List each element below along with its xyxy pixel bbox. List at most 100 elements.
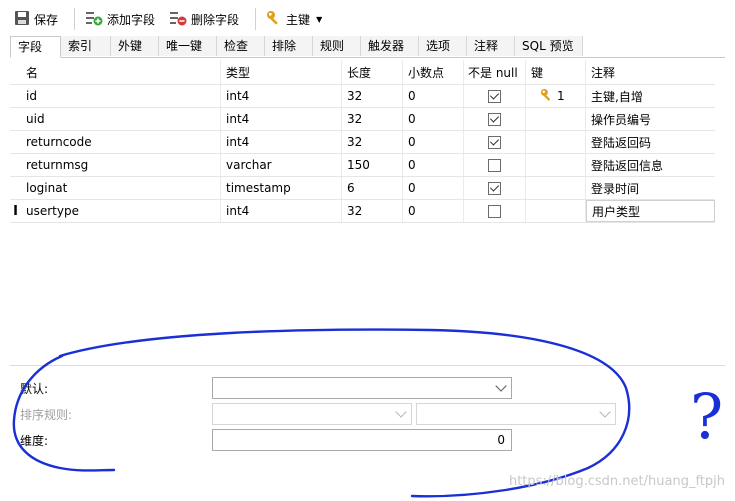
tab-checks[interactable]: 检查: [217, 36, 265, 56]
not-null-checkbox[interactable]: [488, 158, 501, 172]
delete-field-icon: [169, 10, 187, 29]
key-cell[interactable]: 1: [526, 85, 586, 107]
not-null-cell: [464, 85, 526, 107]
add-field-button[interactable]: 添加字段: [81, 7, 159, 31]
tab-options[interactable]: 选项: [419, 36, 467, 56]
column-header-decimal[interactable]: 小数点: [403, 60, 464, 84]
tab-bar: 字段 索引 外键 唯一键 检查 排除 规则 触发器 选项 注释 SQL 预览: [10, 36, 725, 58]
field-name-cell[interactable]: id: [21, 85, 221, 107]
not-null-checkbox[interactable]: [488, 112, 501, 126]
field-comment-cell[interactable]: 登陆返回信息: [586, 154, 715, 176]
tab-indexes[interactable]: 索引: [61, 36, 111, 56]
default-label: 默认:: [20, 382, 49, 396]
dimension-input[interactable]: 0: [212, 429, 512, 451]
tab-rules[interactable]: 规则: [313, 36, 361, 56]
tab-unique-keys[interactable]: 唯一键: [159, 36, 217, 56]
table-row[interactable]: returncode int4 32 0 登陆返回码: [10, 131, 715, 154]
table-row[interactable]: I usertype int4 32 0 用户类型: [10, 200, 715, 223]
save-icon: [14, 10, 30, 29]
field-length-cell[interactable]: 6: [342, 177, 403, 199]
collation-label: 排序规则:: [20, 408, 73, 422]
field-comment-cell-editing[interactable]: 用户类型: [586, 200, 715, 222]
field-comment-cell[interactable]: 操作员编号: [586, 108, 715, 130]
tab-comment[interactable]: 注释: [467, 36, 515, 56]
field-type-cell[interactable]: int4: [221, 108, 342, 130]
key-cell[interactable]: [526, 154, 586, 176]
table-row[interactable]: loginat timestamp 6 0 登录时间: [10, 177, 715, 200]
field-length-cell[interactable]: 32: [342, 108, 403, 130]
tab-foreign-keys[interactable]: 外键: [111, 36, 159, 56]
field-name-cell[interactable]: returncode: [21, 131, 221, 153]
primary-key-button[interactable]: 主键 ▼: [262, 7, 326, 31]
field-type-cell[interactable]: int4: [221, 131, 342, 153]
field-length-cell[interactable]: 32: [342, 200, 403, 222]
column-header-not-null[interactable]: 不是 null: [464, 60, 526, 84]
not-null-checkbox[interactable]: [488, 89, 501, 103]
not-null-checkbox[interactable]: [488, 204, 501, 218]
default-select[interactable]: [212, 377, 512, 399]
field-type-cell[interactable]: int4: [221, 200, 342, 222]
field-decimal-cell[interactable]: 0: [403, 85, 464, 107]
field-length-cell[interactable]: 32: [342, 85, 403, 107]
not-null-cell: [464, 154, 526, 176]
tab-excludes[interactable]: 排除: [265, 36, 313, 56]
not-null-cell: [464, 131, 526, 153]
column-header-type[interactable]: 类型: [221, 60, 342, 84]
row-indicator: [10, 108, 21, 130]
field-decimal-cell[interactable]: 0: [403, 108, 464, 130]
field-name-cell[interactable]: loginat: [21, 177, 221, 199]
field-type-cell[interactable]: int4: [221, 85, 342, 107]
text-cursor-indicator: I: [13, 203, 18, 219]
column-header-comment[interactable]: 注释: [586, 60, 715, 84]
field-type-cell[interactable]: timestamp: [221, 177, 342, 199]
not-null-checkbox[interactable]: [488, 135, 501, 149]
add-field-label: 添加字段: [107, 12, 156, 27]
not-null-cell: [464, 108, 526, 130]
chevron-down-icon: [495, 380, 507, 392]
collation-select[interactable]: [416, 403, 616, 425]
collation-schema-select[interactable]: [212, 403, 412, 425]
primary-key-icon: [540, 88, 554, 105]
row-indicator: [10, 177, 21, 199]
field-type-cell[interactable]: varchar: [221, 154, 342, 176]
row-indicator: [10, 131, 21, 153]
column-header-length[interactable]: 长度: [342, 60, 403, 84]
table-row[interactable]: returnmsg varchar 150 0 登陆返回信息: [10, 154, 715, 177]
field-name-cell[interactable]: uid: [21, 108, 221, 130]
field-decimal-cell[interactable]: 0: [403, 154, 464, 176]
table-header: 名 类型 长度 小数点 不是 null 键 注释: [10, 60, 715, 85]
save-button[interactable]: 保存: [10, 7, 62, 31]
not-null-cell: [464, 177, 526, 199]
panel-divider[interactable]: [10, 365, 725, 366]
field-comment-cell[interactable]: 登录时间: [586, 177, 715, 199]
field-length-cell[interactable]: 150: [342, 154, 403, 176]
table-row[interactable]: uid int4 32 0 操作员编号: [10, 108, 715, 131]
key-icon: [266, 10, 282, 29]
column-header-name[interactable]: 名: [21, 60, 221, 84]
key-cell[interactable]: [526, 177, 586, 199]
tab-sql-preview[interactable]: SQL 预览: [515, 36, 583, 56]
field-comment-cell[interactable]: 主键,自增: [586, 85, 715, 107]
table-row[interactable]: id int4 32 0 1 主键,自增: [10, 85, 715, 108]
key-cell[interactable]: [526, 108, 586, 130]
key-order: 1: [557, 89, 565, 103]
dropdown-caret-icon[interactable]: ▼: [316, 15, 322, 24]
field-decimal-cell[interactable]: 0: [403, 177, 464, 199]
not-null-checkbox[interactable]: [488, 181, 501, 195]
key-cell[interactable]: [526, 200, 586, 222]
row-indicator-header: [10, 60, 21, 84]
field-decimal-cell[interactable]: 0: [403, 131, 464, 153]
delete-field-button[interactable]: 删除字段: [165, 7, 243, 31]
field-length-cell[interactable]: 32: [342, 131, 403, 153]
field-name-cell[interactable]: returnmsg: [21, 154, 221, 176]
delete-field-label: 删除字段: [191, 12, 240, 27]
tab-triggers[interactable]: 触发器: [361, 36, 419, 56]
toolbar: 保存 添加字段 删除字段 主键 ▼: [10, 5, 332, 33]
tab-fields[interactable]: 字段: [10, 36, 61, 58]
field-comment-cell[interactable]: 登陆返回码: [586, 131, 715, 153]
field-decimal-cell[interactable]: 0: [403, 200, 464, 222]
field-name-cell[interactable]: usertype: [21, 200, 221, 222]
key-cell[interactable]: [526, 131, 586, 153]
chevron-down-icon: [395, 406, 407, 418]
column-header-key[interactable]: 键: [526, 60, 586, 84]
